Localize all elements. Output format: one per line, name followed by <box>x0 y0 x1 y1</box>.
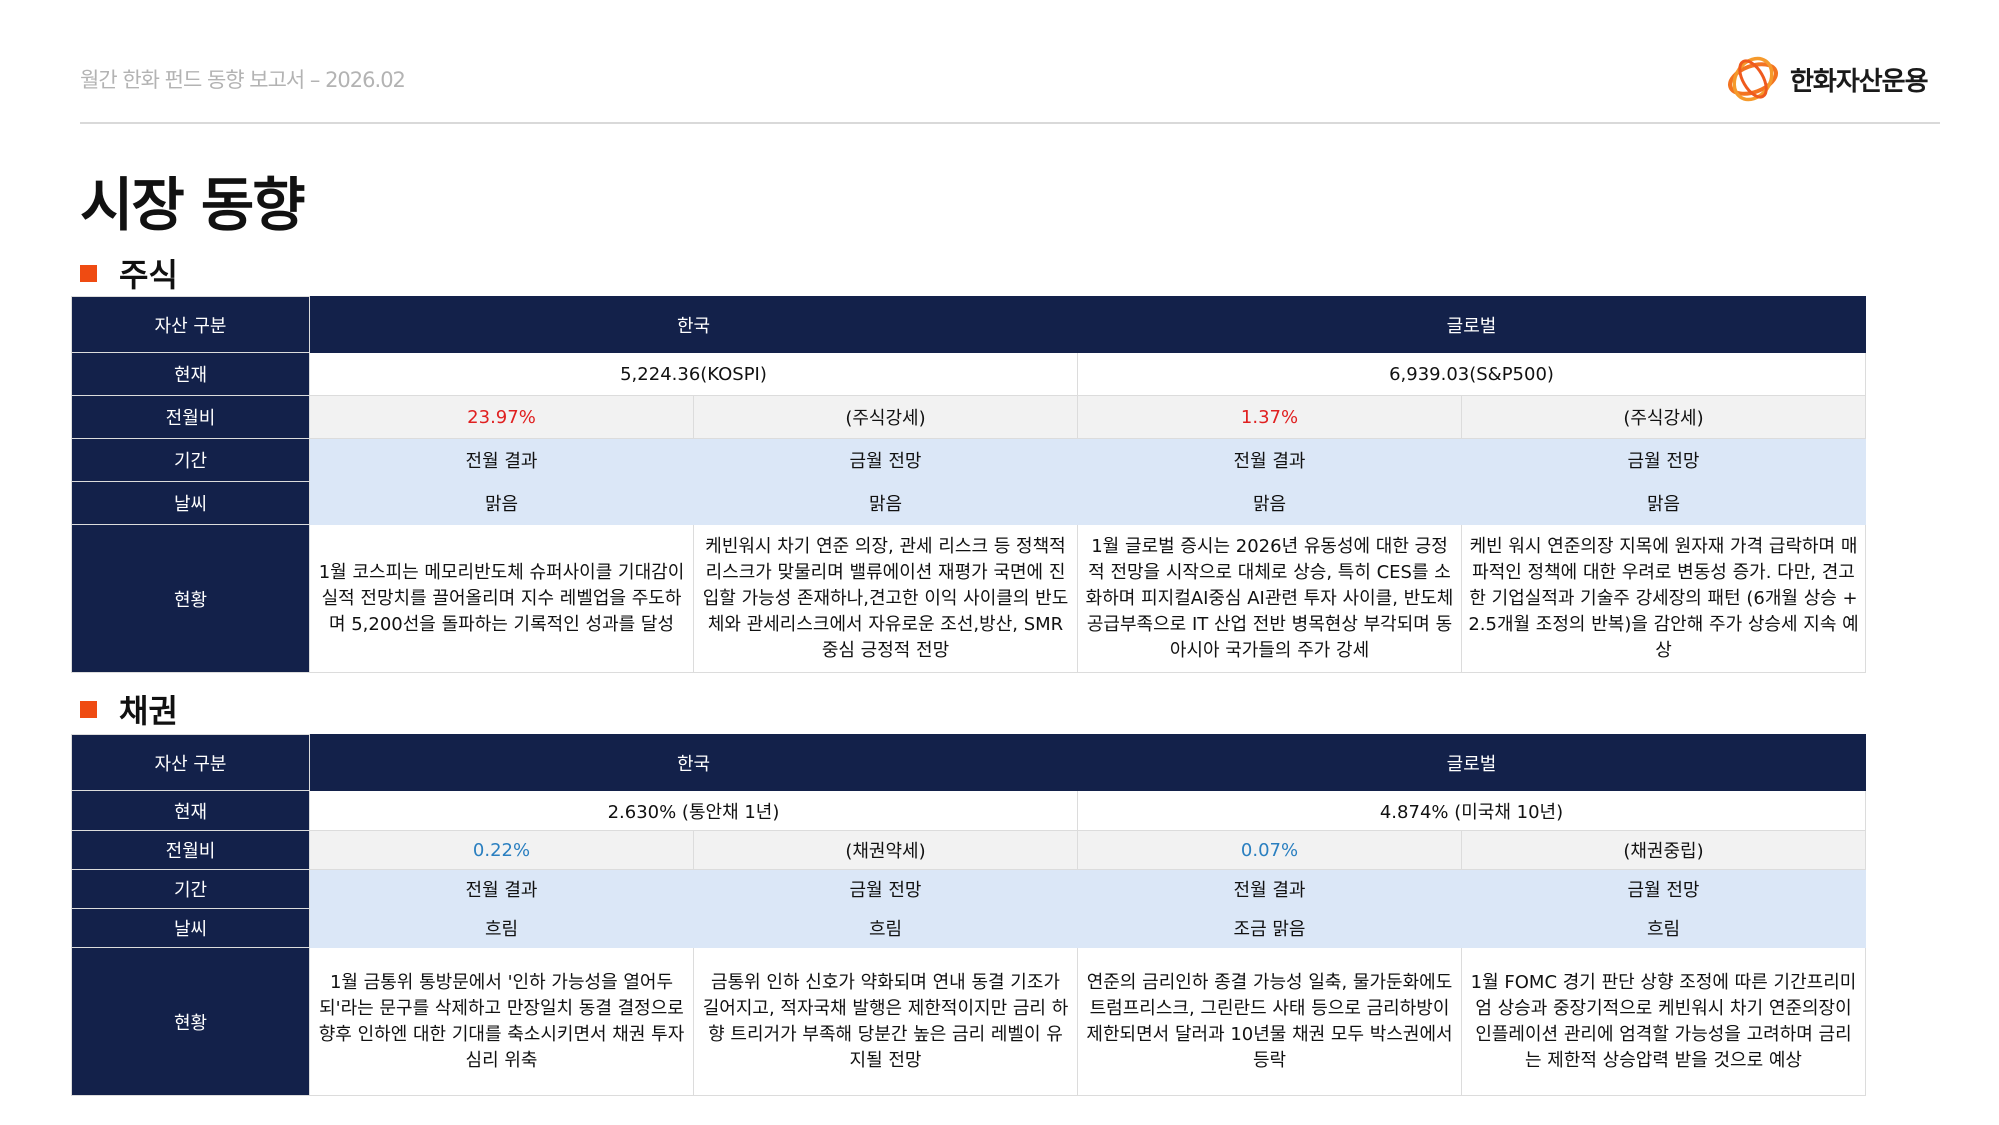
section-bullet-icon <box>80 700 97 718</box>
global-change-note: (채권중립) <box>1461 830 1866 870</box>
row-header-status: 현황 <box>71 947 310 1096</box>
korea-status-next: 금통위 인하 신호가 약화되며 연내 동결 기조가 길어지고, 적자국채 발행은… <box>693 947 1078 1096</box>
row-header-current: 현재 <box>71 352 310 396</box>
korea-weather-prev: 흐림 <box>309 908 694 948</box>
korea-change-note: (주식강세) <box>693 395 1078 439</box>
korea-weather-next: 흐림 <box>693 908 1078 948</box>
global-current-value: 6,939.03(S&P500) <box>1077 352 1866 396</box>
global-weather-next: 맑음 <box>1461 481 1866 525</box>
column-header-global: 글로벌 <box>1077 734 1866 791</box>
table-row: 전월비 23.97% (주식강세) 1.37% (주식강세) <box>71 395 1866 439</box>
global-weather-prev: 맑음 <box>1077 481 1462 525</box>
hanwha-logo-icon <box>1728 56 1778 102</box>
header-divider <box>80 122 1940 124</box>
korea-weather-prev: 맑음 <box>309 481 694 525</box>
row-header-asset: 자산 구분 <box>71 296 310 353</box>
global-change-value: 1.37% <box>1077 395 1462 439</box>
global-status-prev: 연준의 금리인하 종결 가능성 일축, 물가둔화에도 트럼프리스크, 그린란드 … <box>1077 947 1462 1096</box>
table-row: 현재 2.630% (통안채 1년) 4.874% (미국채 10년) <box>71 790 1866 831</box>
page-title: 시장 동향 <box>80 171 306 239</box>
global-weather-next: 흐림 <box>1461 908 1866 948</box>
global-status-prev: 1월 글로벌 증시는 2026년 유동성에 대한 긍정적 전망을 시작으로 대체… <box>1077 524 1462 673</box>
section-heading-bond: 채권 <box>80 686 178 732</box>
table-row: 자산 구분 한국 글로벌 <box>71 734 1866 791</box>
global-period-next: 금월 전망 <box>1461 438 1866 482</box>
table-row: 현재 5,224.36(KOSPI) 6,939.03(S&P500) <box>71 352 1866 396</box>
logo-text: 한화자산운용 <box>1790 66 1929 97</box>
korea-weather-next: 맑음 <box>693 481 1078 525</box>
bond-table: 자산 구분 한국 글로벌 현재 2.630% (통안채 1년) 4.874% (… <box>71 734 1866 1096</box>
table-row: 현황 1월 금통위 통방문에서 '인하 가능성을 열어두되'라는 문구를 삭제하… <box>71 947 1866 1096</box>
korea-change-note: (채권약세) <box>693 830 1078 870</box>
korea-period-next: 금월 전망 <box>693 438 1078 482</box>
row-header-weather: 날씨 <box>71 908 310 948</box>
korea-change-value: 0.22% <box>309 830 694 870</box>
global-period-prev: 전월 결과 <box>1077 438 1462 482</box>
section-heading-stock: 주식 <box>80 250 178 296</box>
table-row: 기간 전월 결과 금월 전망 전월 결과 금월 전망 <box>71 869 1866 909</box>
row-header-period: 기간 <box>71 869 310 909</box>
korea-period-prev: 전월 결과 <box>309 869 694 909</box>
row-header-status: 현황 <box>71 524 310 673</box>
column-header-korea: 한국 <box>309 296 1078 353</box>
korea-current-value: 5,224.36(KOSPI) <box>309 352 1078 396</box>
korea-period-prev: 전월 결과 <box>309 438 694 482</box>
global-change-value: 0.07% <box>1077 830 1462 870</box>
global-period-prev: 전월 결과 <box>1077 869 1462 909</box>
global-current-value: 4.874% (미국채 10년) <box>1077 790 1866 831</box>
row-header-weather: 날씨 <box>71 481 310 525</box>
korea-period-next: 금월 전망 <box>693 869 1078 909</box>
section-bullet-icon <box>80 264 97 282</box>
row-header-period: 기간 <box>71 438 310 482</box>
korea-current-value: 2.630% (통안채 1년) <box>309 790 1078 831</box>
section-label: 채권 <box>119 692 178 730</box>
stock-table: 자산 구분 한국 글로벌 현재 5,224.36(KOSPI) 6,939.03… <box>71 296 1866 673</box>
table-row: 기간 전월 결과 금월 전망 전월 결과 금월 전망 <box>71 438 1866 482</box>
column-header-korea: 한국 <box>309 734 1078 791</box>
global-period-next: 금월 전망 <box>1461 869 1866 909</box>
row-header-current: 현재 <box>71 790 310 831</box>
korea-status-prev: 1월 금통위 통방문에서 '인하 가능성을 열어두되'라는 문구를 삭제하고 만… <box>309 947 694 1096</box>
report-title: 월간 한화 펀드 동향 보고서 – 2026.02 <box>80 68 406 92</box>
section-label: 주식 <box>119 256 178 294</box>
global-status-next: 케빈 워시 연준의장 지목에 원자재 가격 급락하며 매파적인 정책에 대한 우… <box>1461 524 1866 673</box>
table-row: 전월비 0.22% (채권약세) 0.07% (채권중립) <box>71 830 1866 870</box>
korea-status-prev: 1월 코스피는 메모리반도체 슈퍼사이클 기대감이 실적 전망치를 끌어올리며 … <box>309 524 694 673</box>
table-row: 날씨 맑음 맑음 맑음 맑음 <box>71 481 1866 525</box>
table-row: 자산 구분 한국 글로벌 <box>71 296 1866 353</box>
row-header-change: 전월비 <box>71 395 310 439</box>
row-header-asset: 자산 구분 <box>71 734 310 791</box>
row-header-change: 전월비 <box>71 830 310 870</box>
global-change-note: (주식강세) <box>1461 395 1866 439</box>
column-header-global: 글로벌 <box>1077 296 1866 353</box>
global-status-next: 1월 FOMC 경기 판단 상향 조정에 따른 기간프리미엄 상승과 중장기적으… <box>1461 947 1866 1096</box>
company-logo: 한화자산운용 <box>1724 50 1929 108</box>
table-row: 날씨 흐림 흐림 조금 맑음 흐림 <box>71 908 1866 948</box>
table-row: 현황 1월 코스피는 메모리반도체 슈퍼사이클 기대감이 실적 전망치를 끌어올… <box>71 524 1866 673</box>
korea-status-next: 케빈워시 차기 연준 의장, 관세 리스크 등 정책적 리스크가 맞물리며 밸류… <box>693 524 1078 673</box>
global-weather-prev: 조금 맑음 <box>1077 908 1462 948</box>
korea-change-value: 23.97% <box>309 395 694 439</box>
